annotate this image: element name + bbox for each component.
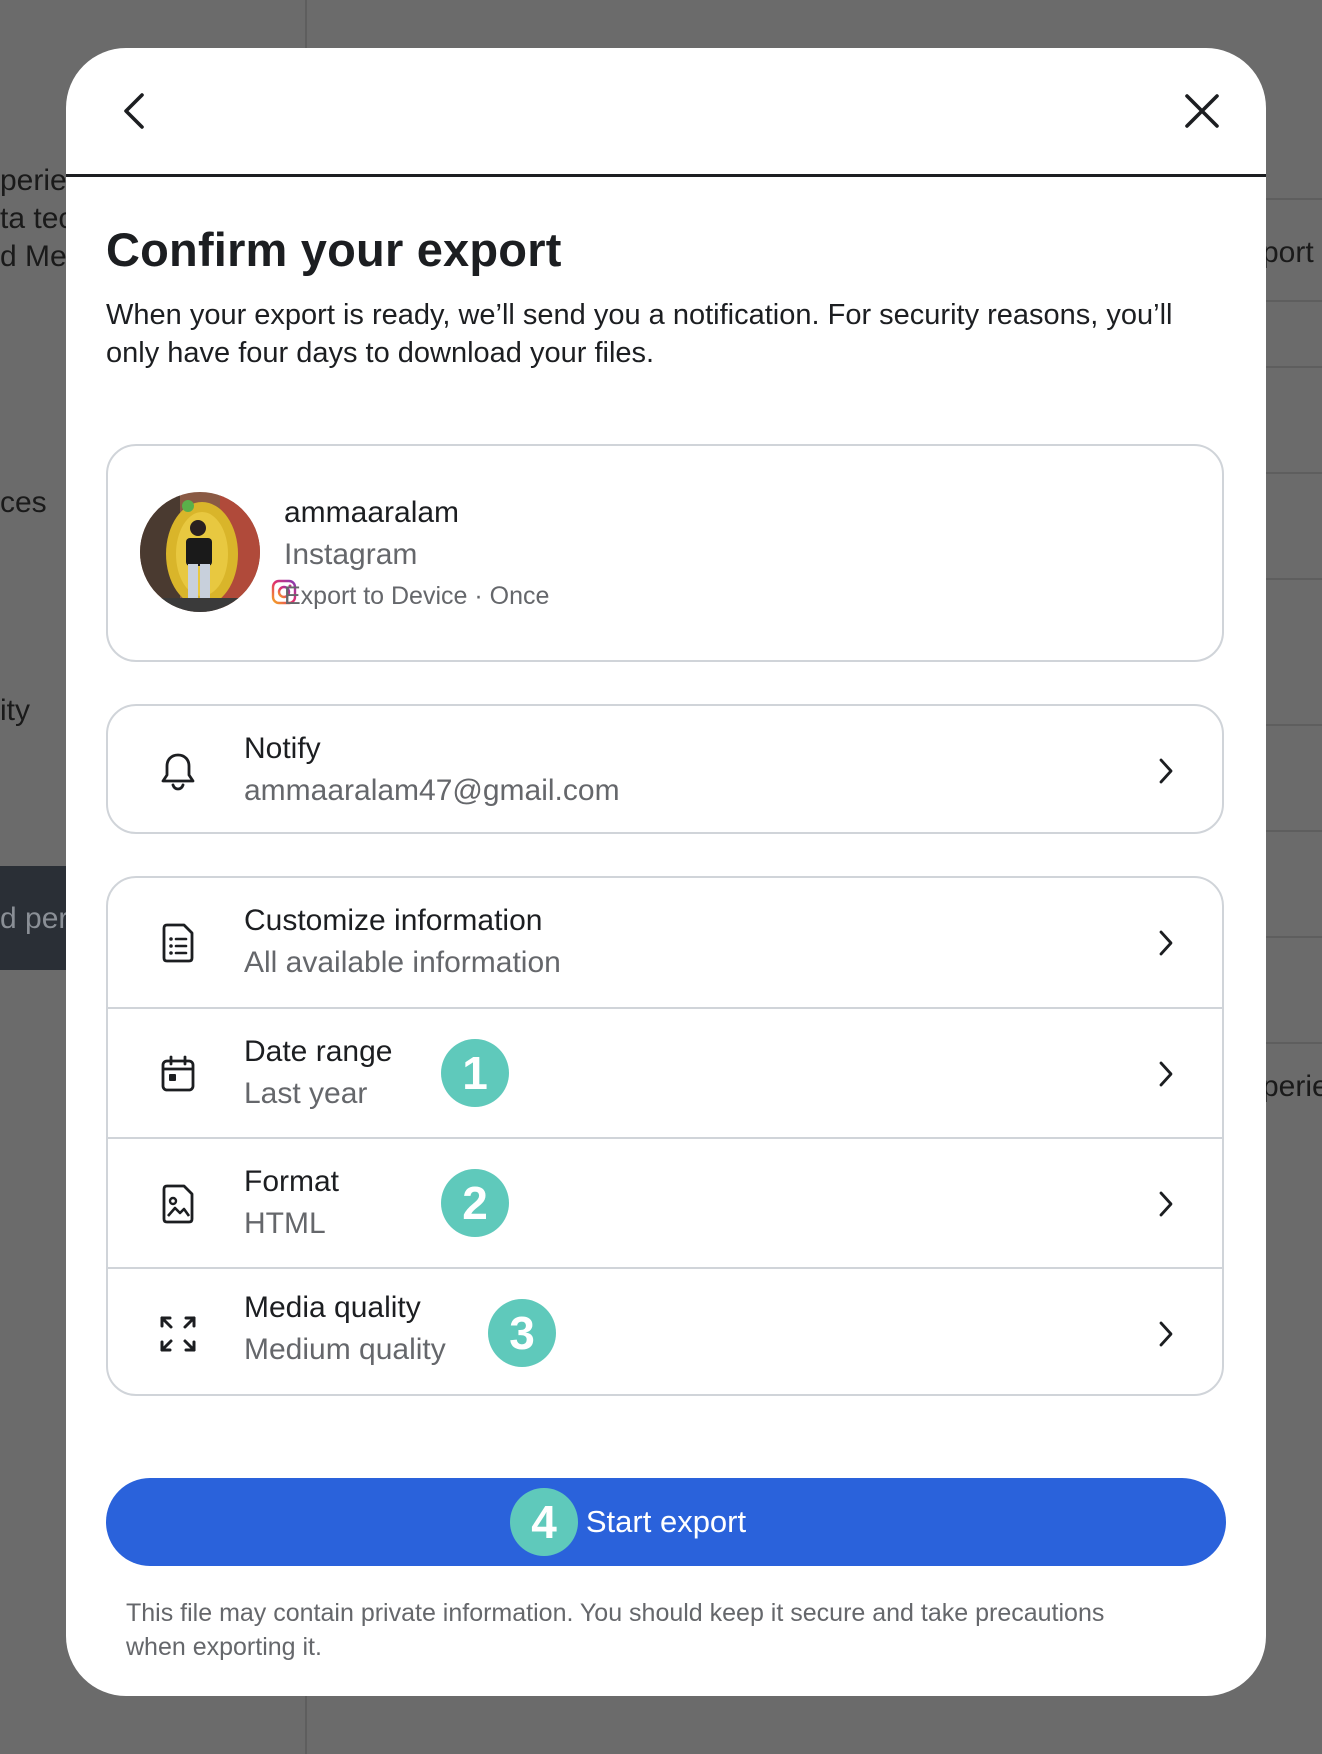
start-export-label: Start export	[585, 1504, 747, 1539]
background-divider	[1266, 1042, 1322, 1044]
background-divider	[1266, 830, 1322, 832]
export-options-card: Customize information All available info…	[106, 876, 1224, 1396]
chevron-right-icon	[1154, 1317, 1178, 1351]
chevron-right-icon	[1154, 926, 1178, 960]
expand-arrows-icon	[158, 1314, 198, 1354]
account-platform: Instagram	[284, 538, 418, 571]
option-value: Last year	[244, 1077, 368, 1110]
option-value: HTML	[244, 1207, 326, 1240]
chevron-right-icon	[1154, 754, 1178, 788]
option-title: Media quality	[244, 1291, 421, 1324]
export-destination: Export to Device · Once	[284, 582, 550, 610]
background-divider	[1266, 198, 1322, 200]
back-button[interactable]	[106, 83, 162, 139]
background-text: d per	[0, 902, 69, 935]
background-text: port	[1262, 236, 1314, 269]
customize-information-row[interactable]: Customize information All available info…	[108, 878, 1222, 1008]
background-divider	[1266, 578, 1322, 580]
step-badge: 1	[441, 1039, 509, 1107]
avatar	[140, 492, 260, 612]
notify-row[interactable]: Notify ammaaralam47@gmail.com	[108, 706, 1222, 836]
background-text: ces	[0, 486, 47, 519]
page-subtitle: When your export is ready, we’ll send yo…	[106, 299, 1173, 369]
background-text: ta tec	[0, 202, 74, 235]
option-title: Format	[244, 1165, 340, 1198]
option-title: Customize information	[244, 904, 543, 937]
chevron-left-icon	[124, 93, 144, 129]
background-text: ity	[0, 694, 30, 727]
date-range-row[interactable]: Date range Last year 1	[108, 1009, 1222, 1139]
image-file-icon	[158, 1184, 198, 1224]
close-button[interactable]	[1174, 83, 1230, 139]
dialog-header	[66, 48, 1266, 177]
page-title: Confirm your export	[106, 223, 562, 276]
step-badge: 2	[441, 1169, 509, 1237]
step-badge: 4	[510, 1488, 578, 1556]
account-username: ammaaralam	[284, 496, 460, 529]
option-title: Date range	[244, 1035, 393, 1068]
close-icon	[1185, 94, 1219, 128]
account-card: ammaaralam Instagram Export to Device · …	[106, 444, 1224, 662]
notify-email: ammaaralam47@gmail.com	[244, 774, 620, 807]
confirm-export-dialog: Confirm your export When your export is …	[66, 48, 1266, 1696]
background-divider	[1266, 472, 1322, 474]
notify-card: Notify ammaaralam47@gmail.com	[106, 704, 1224, 834]
background-divider	[1266, 936, 1322, 938]
option-value: Medium quality	[244, 1333, 446, 1366]
chevron-right-icon	[1154, 1187, 1178, 1221]
document-list-icon	[158, 923, 198, 963]
calendar-icon	[158, 1054, 198, 1094]
bell-icon	[158, 751, 198, 791]
background-text: d Me	[0, 240, 67, 273]
chevron-right-icon	[1154, 1057, 1178, 1091]
background-text: perie	[1262, 1070, 1322, 1103]
option-value: All available information	[244, 946, 561, 979]
privacy-note: This file may contain private informatio…	[126, 1599, 1105, 1661]
media-quality-row[interactable]: Media quality Medium quality 3	[108, 1269, 1222, 1399]
background-divider	[1266, 724, 1322, 726]
background-divider	[1266, 300, 1322, 302]
notify-title: Notify	[244, 732, 321, 765]
step-badge: 3	[488, 1299, 556, 1367]
background-divider	[1266, 366, 1322, 368]
format-row[interactable]: Format HTML 2	[108, 1139, 1222, 1269]
start-export-button[interactable]: Start export 4	[106, 1478, 1226, 1566]
